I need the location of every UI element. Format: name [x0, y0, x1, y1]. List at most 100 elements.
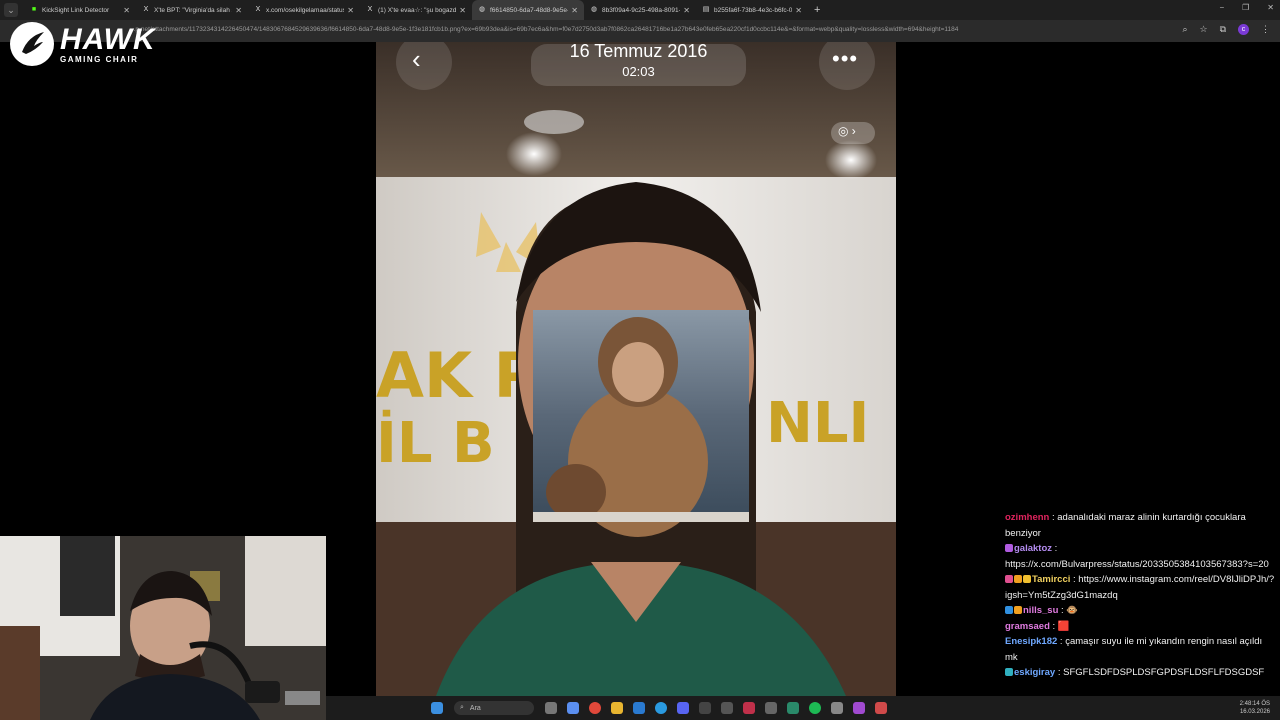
- app-icon-3[interactable]: [743, 702, 755, 714]
- url-field[interactable]: ...p.net/attachments/1173234314226450474…: [130, 26, 1030, 33]
- browser-tab[interactable]: ▤ b255fa6f-73b8-4e3c-b6fc-050...✕: [696, 0, 808, 20]
- chat-text: 🐵: [1066, 605, 1079, 616]
- back-button[interactable]: ‹: [412, 44, 421, 75]
- live-photo-toggle[interactable]: ◎ ›: [838, 124, 856, 138]
- photo-viewer: AK P İL B NLI ‹ 16 Temmuz 2016 02:03 •••…: [376, 42, 896, 696]
- chat-username[interactable]: nills_su: [1023, 605, 1058, 616]
- close-tab-icon[interactable]: ✕: [459, 6, 466, 15]
- chat-message: Enesipk182 : çamaşır suyu ile mi yıkandı…: [1005, 634, 1275, 665]
- windows-start-icon[interactable]: [431, 702, 443, 714]
- close-tab-icon[interactable]: ✕: [683, 6, 690, 15]
- user-badge-icon: [1014, 575, 1022, 584]
- taskbar: ⌕ Ara 2:48:14 ÖS 16.03.2026: [326, 696, 1280, 720]
- x-icon: X: [367, 6, 373, 13]
- menu-kebab-icon[interactable]: ⋮: [1261, 24, 1270, 35]
- close-window-button[interactable]: ✕: [1267, 3, 1274, 12]
- chat-separator: :: [1049, 620, 1058, 632]
- more-icon: •••: [832, 46, 859, 71]
- globe-icon: ◍: [590, 6, 598, 13]
- chat-separator: :: [1052, 543, 1058, 554]
- browser-tab-bar: ⌄ ■ KickSight Link Detector ✕ X X'te BPT: "V…: [0, 0, 1280, 20]
- tab-title: X'te BPT: "Virginia'da silah sah...: [154, 6, 232, 14]
- browser-tab[interactable]: ◍ f6614850-6da7-48d8-9e5e-1f3...✕: [472, 0, 584, 20]
- chat-username[interactable]: eskigiray: [1014, 667, 1055, 678]
- taskbar-clock[interactable]: 2:48:14 ÖS 16.03.2026: [1240, 700, 1270, 716]
- app-icon-2[interactable]: [721, 702, 733, 714]
- profile-avatar[interactable]: c: [1238, 24, 1249, 35]
- task-view-icon[interactable]: [545, 702, 557, 714]
- user-badge-icon: [1023, 575, 1031, 584]
- photo-date: 16 Temmuz 2016: [569, 42, 708, 61]
- restore-button[interactable]: ❐: [1242, 3, 1249, 12]
- chat-username[interactable]: ozimhenn: [1005, 512, 1049, 523]
- chrome-icon[interactable]: [589, 702, 601, 714]
- chat-message: galaktoz : https://x.com/Bulvarpress/sta…: [1005, 541, 1275, 572]
- x-icon: X: [143, 6, 149, 13]
- close-tab-icon[interactable]: ✕: [123, 6, 130, 15]
- browser-tab[interactable]: ◍ 8b3f09a4-9c25-498a-8091-99...✕: [584, 0, 696, 20]
- close-tab-icon[interactable]: ✕: [347, 6, 354, 15]
- photo-time: 02:03: [622, 64, 655, 79]
- taskbar-search[interactable]: ⌕ Ara: [454, 701, 534, 715]
- file-explorer-icon[interactable]: [611, 702, 623, 714]
- ccleaner-icon[interactable]: [633, 702, 645, 714]
- app-icon-5[interactable]: [787, 702, 799, 714]
- k-icon: ■: [31, 6, 37, 13]
- chat-username[interactable]: Enesipk182: [1005, 636, 1057, 647]
- photo-image: AK P İL B NLI: [376, 42, 896, 696]
- tab-title: b255fa6f-73b8-4e3c-b6fc-050...: [714, 6, 793, 14]
- bookmark-star-icon[interactable]: ☆: [1199, 24, 1207, 35]
- edge-icon[interactable]: [655, 702, 667, 714]
- browser-tab[interactable]: X (1) X'te evaa☆: "şu bogazdan...✕: [360, 0, 472, 20]
- chat-username[interactable]: gramsaed: [1005, 621, 1050, 632]
- extensions-icon[interactable]: ⧉: [1220, 24, 1226, 35]
- chevron-left-icon: ‹: [412, 44, 421, 74]
- clock-time: 2:48:14 ÖS: [1239, 701, 1270, 707]
- discord-icon[interactable]: [677, 702, 689, 714]
- app-icon-7[interactable]: [853, 702, 865, 714]
- sign-text-row2: İL B: [376, 411, 495, 476]
- zoom-icon[interactable]: ⌕: [1182, 24, 1187, 35]
- minimize-button[interactable]: −: [1219, 3, 1224, 12]
- copilot-icon[interactable]: [567, 702, 579, 714]
- close-tab-icon[interactable]: ✕: [571, 6, 578, 15]
- tab-title: x.com/osekilgelamaa/status/20...: [266, 6, 345, 14]
- more-button[interactable]: •••: [832, 46, 858, 72]
- sponsor-logo: HAWK GAMING CHAIR: [10, 22, 156, 66]
- globe-icon: ◍: [478, 6, 486, 13]
- close-tab-icon[interactable]: ✕: [795, 6, 802, 15]
- browser-tab[interactable]: Xx.com/osekilgelamaa/status/20...✕: [248, 0, 360, 20]
- user-badge-icon: [1005, 606, 1013, 615]
- close-tab-icon[interactable]: ✕: [235, 6, 242, 15]
- tab-title: 8b3f09a4-9c25-498a-8091-99...: [602, 6, 680, 14]
- x-icon: X: [255, 6, 261, 13]
- webcam-overlay: [0, 536, 326, 720]
- app-icon-1[interactable]: [699, 702, 711, 714]
- app-icon-8[interactable]: [875, 702, 887, 714]
- chat-message: Tamircci : https://www.instagram.com/ree…: [1005, 572, 1275, 603]
- tab-search-button[interactable]: ⌄: [4, 3, 18, 17]
- logo-brand: HAWK: [60, 22, 156, 56]
- live-photo-icon: ◎ ›: [838, 124, 856, 138]
- tab-title: f6614850-6da7-48d8-9e5e-1f3...: [490, 6, 568, 14]
- address-bar-icons: ⌕ ☆ ⧉ c ⋮: [1182, 24, 1270, 35]
- logo-tagline: GAMING CHAIR: [60, 54, 139, 64]
- search-icon: ⌕: [460, 704, 464, 711]
- tab-title: (1) X'te evaa☆: "şu bogazdan...: [378, 7, 457, 14]
- clock-date: 16.03.2026: [1239, 709, 1270, 715]
- browser-tab[interactable]: ■ KickSight Link Detector ✕: [24, 0, 136, 20]
- tab-title: KickSight Link Detector: [42, 6, 110, 14]
- user-badge-icon: [1005, 668, 1013, 677]
- new-tab-button[interactable]: +: [814, 4, 820, 16]
- app-icon-4[interactable]: [765, 702, 777, 714]
- sign-text-row1: AK P: [376, 339, 539, 412]
- user-badge-icon: [1005, 575, 1013, 584]
- chat-username[interactable]: galaktoz: [1014, 543, 1052, 554]
- app-icon-6[interactable]: [831, 702, 843, 714]
- chat-username[interactable]: Tamircci: [1032, 574, 1070, 585]
- chat-message: eskigiray : SFGFLSDFDSPLDSFGPDSFLDSFLFDS…: [1005, 665, 1275, 681]
- chat-text: https://x.com/Bulvarpress/status/2033505…: [1005, 558, 1269, 570]
- chat-message: gramsaed : 🟥: [1005, 619, 1275, 635]
- browser-tab[interactable]: X X'te BPT: "Virginia'da silah sah...✕: [136, 0, 248, 20]
- spotify-icon[interactable]: [809, 702, 821, 714]
